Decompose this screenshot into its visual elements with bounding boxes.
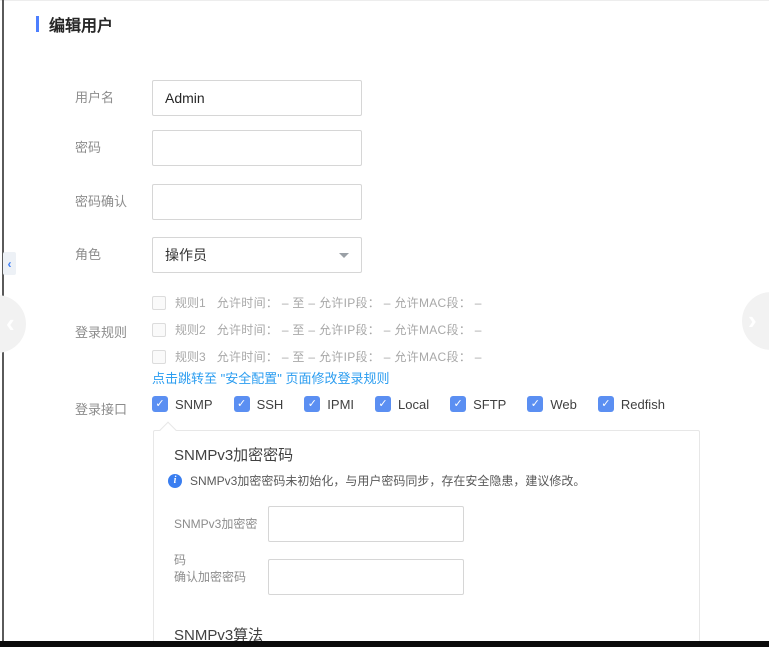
snmpv3-password-confirm-input[interactable] <box>268 559 464 595</box>
password-confirm-input[interactable] <box>152 184 362 220</box>
interface-checkbox-snmp[interactable]: SNMP <box>152 396 213 412</box>
login-interfaces-label: 登录接口 <box>75 399 127 418</box>
rule2-checkbox <box>152 323 166 337</box>
interface-label-web: Web <box>550 397 577 412</box>
login-rule-row: 规则1 允许时间： – 至 – 允许IP段： – 允许MAC段： – <box>152 289 482 316</box>
interface-checkbox-web[interactable]: Web <box>527 396 577 412</box>
chevron-right-icon: › <box>748 305 757 336</box>
checkbox-checked-icon <box>527 396 543 412</box>
snmpv3-info-text: SNMPv3加密密码未初始化，与用户密码同步，存在安全隐患，建议修改。 <box>190 472 585 489</box>
rule3-checkbox <box>152 350 166 364</box>
page-title: 编辑用户 <box>36 12 113 36</box>
chevron-left-icon: ‹ <box>6 308 15 339</box>
login-rules-label: 登录规则 <box>75 322 127 341</box>
checkbox-checked-icon <box>375 396 391 412</box>
snmpv3-panel: SNMPv3加密密码 i SNMPv3加密密码未初始化，与用户密码同步，存在安全… <box>153 430 700 647</box>
checkbox-checked-icon <box>234 396 250 412</box>
rule3-detail: 允许时间： – 至 – 允许IP段： – 允许MAC段： – <box>217 348 482 365</box>
password-confirm-label: 密码确认 <box>75 184 152 220</box>
interface-checkbox-redfish[interactable]: Redfish <box>598 396 665 412</box>
rule1-detail: 允许时间： – 至 – 允许IP段： – 允许MAC段： – <box>217 294 482 311</box>
snmpv3-info-row: i SNMPv3加密密码未初始化，与用户密码同步，存在安全隐患，建议修改。 <box>168 472 585 489</box>
role-select[interactable]: 操作员 <box>152 237 362 273</box>
snmpv3-password-input[interactable] <box>268 506 464 542</box>
username-row: 用户名 <box>75 80 362 116</box>
login-interfaces-block: SNMP SSH IPMI Local SFTP Web Redfish <box>152 396 686 412</box>
password-label: 密码 <box>75 130 152 166</box>
username-input[interactable] <box>152 80 362 116</box>
panel-notch <box>160 422 177 439</box>
interface-checkbox-ipmi[interactable]: IPMI <box>304 396 354 412</box>
title-accent-bar <box>36 16 39 32</box>
login-rules-block: 规则1 允许时间： – 至 – 允许IP段： – 允许MAC段： – 规则2 允… <box>152 289 482 370</box>
role-label: 角色 <box>75 237 152 273</box>
rule1-name: 规则1 <box>175 294 206 311</box>
interface-label-redfish: Redfish <box>621 397 665 412</box>
sidebar-collapse-tab[interactable]: ‹ <box>3 252 16 275</box>
interface-label-local: Local <box>398 397 429 412</box>
rule2-detail: 允许时间： – 至 – 允许IP段： – 允许MAC段： – <box>217 321 482 338</box>
chevron-down-icon <box>339 253 349 258</box>
snmpv3-password-title: SNMPv3加密密码 <box>174 444 293 465</box>
username-label: 用户名 <box>75 80 152 116</box>
role-select-value: 操作员 <box>165 245 207 265</box>
edit-user-page: 编辑用户 用户名 密码 密码确认 角色 操作员 登录规则 规则1 允许时间： –… <box>0 0 769 647</box>
chevron-left-icon: ‹ <box>8 258 12 270</box>
password-input[interactable] <box>152 130 362 166</box>
rule3-name: 规则3 <box>175 348 206 365</box>
role-row: 角色 操作员 <box>75 237 362 273</box>
interface-checkbox-local[interactable]: Local <box>375 396 429 412</box>
security-config-link[interactable]: 点击跳转至 "安全配置" 页面修改登录规则 <box>152 368 389 387</box>
interface-label-sftp: SFTP <box>473 397 506 412</box>
interface-label-ipmi: IPMI <box>327 397 354 412</box>
carousel-next-button[interactable]: › <box>742 292 769 350</box>
interface-checkbox-ssh[interactable]: SSH <box>234 396 284 412</box>
rule2-name: 规则2 <box>175 321 206 338</box>
bottom-black-bar <box>0 641 769 647</box>
interface-checkbox-sftp[interactable]: SFTP <box>450 396 506 412</box>
rule1-checkbox <box>152 296 166 310</box>
info-icon: i <box>168 474 182 488</box>
carousel-prev-button[interactable]: ‹ <box>0 295 26 353</box>
password-confirm-row: 密码确认 <box>75 184 362 220</box>
page-title-text: 编辑用户 <box>49 12 113 36</box>
checkbox-checked-icon <box>450 396 466 412</box>
interface-label-ssh: SSH <box>257 397 284 412</box>
snmpv3-password-confirm-label: 确认加密密码 <box>174 559 268 595</box>
snmpv3-password-confirm-row: 确认加密密码 <box>174 559 464 595</box>
password-row: 密码 <box>75 130 362 166</box>
login-rule-row: 规则2 允许时间： – 至 – 允许IP段： – 允许MAC段： – <box>152 316 482 343</box>
checkbox-checked-icon <box>152 396 168 412</box>
checkbox-checked-icon <box>304 396 320 412</box>
interface-label-snmp: SNMP <box>175 397 213 412</box>
top-divider <box>0 0 769 1</box>
login-rule-row: 规则3 允许时间： – 至 – 允许IP段： – 允许MAC段： – <box>152 343 482 370</box>
checkbox-checked-icon <box>598 396 614 412</box>
